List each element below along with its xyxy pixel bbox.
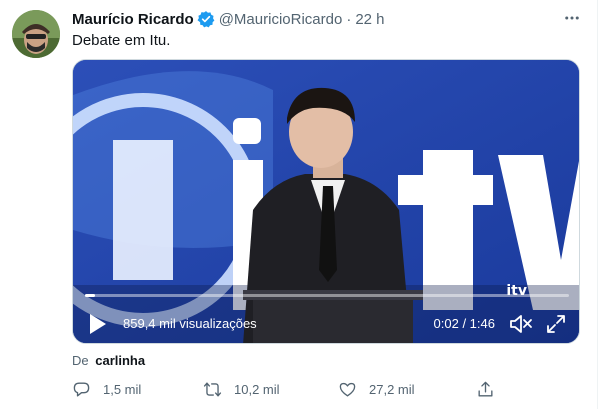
attribution-prefix: De [72,353,89,368]
separator-dot: · [346,10,352,28]
retweet-count: 10,2 mil [234,381,280,397]
share-button[interactable] [476,378,507,400]
heart-icon [339,382,356,397]
attribution-user-link[interactable]: carlinha [95,353,145,368]
reply-icon [73,381,90,397]
reply-count: 1,5 mil [103,381,142,397]
mute-icon[interactable] [509,313,533,335]
video-progress-bar[interactable] [85,294,569,297]
video-timecode: 0:02 / 1:46 [433,316,495,331]
reply-button[interactable]: 1,5 mil [72,378,141,400]
like-count: 27,2 mil [369,381,415,397]
retweet-icon [203,381,222,397]
play-icon[interactable] [87,312,109,336]
author-handle[interactable]: @MauricioRicardo [219,11,343,28]
video-frame [73,60,579,343]
verified-badge-icon [197,10,215,28]
video-progress-fill [85,294,95,297]
video-player[interactable]: itv 859,4 mil visualizações 0:02 / 1:46 [72,59,580,344]
tweet-text: Debate em Itu. [72,32,171,49]
fullscreen-icon[interactable] [545,313,567,335]
like-button[interactable]: 27,2 mil [338,378,415,400]
video-controls: 859,4 mil visualizações 0:02 / 1:46 [73,305,579,343]
retweet-button[interactable]: 10,2 mil [203,378,280,400]
video-attribution: De carlinha [72,353,145,368]
author-name[interactable]: Maurício Ricardo [72,11,194,28]
tweet-actions: 1,5 mil 10,2 mil 27,2 mil [72,378,582,400]
avatar[interactable] [12,10,60,58]
tweet-timestamp[interactable]: 22 h [355,11,384,28]
more-options-icon[interactable] [562,8,582,28]
tweet-header: Maurício Ricardo @MauricioRicardo · 22 h [72,9,385,29]
view-count: 859,4 mil visualizações [123,316,257,331]
tweet-card[interactable]: Maurício Ricardo @MauricioRicardo · 22 h… [0,0,598,409]
share-icon [478,381,493,397]
